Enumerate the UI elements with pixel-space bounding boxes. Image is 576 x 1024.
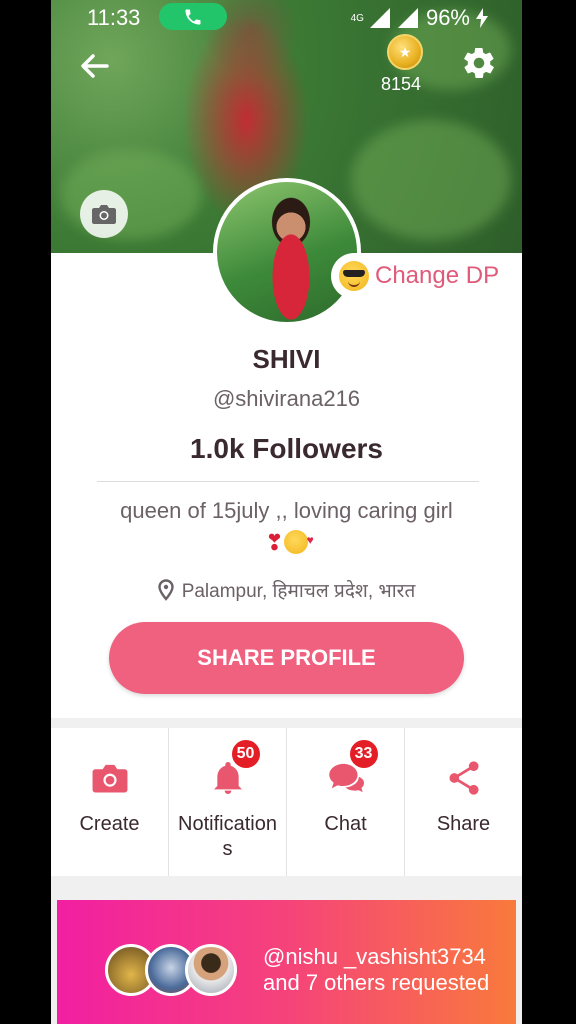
bell-icon: 50 — [206, 738, 262, 800]
camera-icon — [92, 205, 116, 224]
create-label: Create — [79, 813, 140, 835]
change-dp-label: Change DP — [375, 262, 500, 289]
app-screen: 11:33 4G 96% ★ 8154 Change DP SHIVI @shi… — [51, 0, 522, 1024]
status-right: 4G 96% — [351, 5, 488, 31]
back-arrow-icon — [81, 54, 109, 78]
followers-count[interactable]: 1.0k Followers — [51, 433, 522, 465]
ongoing-call-indicator[interactable] — [159, 3, 227, 30]
chat-badge: 33 — [347, 738, 380, 770]
share-button[interactable]: Share — [404, 728, 522, 876]
profile-handle: @shivirana216 — [212, 386, 361, 411]
requester-avatars — [105, 944, 245, 1000]
profile-name: SHIVI — [252, 344, 321, 374]
settings-button[interactable] — [461, 45, 497, 81]
profile-avatar[interactable] — [213, 178, 361, 326]
chat-button[interactable]: 33 Chat — [286, 728, 404, 876]
profile-location: Palampur, हिमाचल प्रदेश, भारत — [51, 577, 522, 603]
change-dp-button[interactable]: Change DP — [331, 253, 514, 299]
create-button[interactable]: Create — [51, 728, 168, 876]
bio-text: queen of 15july ,, loving caring girl — [120, 498, 453, 523]
change-cover-button[interactable] — [80, 190, 128, 238]
sunglasses-emoji-icon — [339, 261, 369, 291]
status-bar: 11:33 4G 96% — [51, 0, 522, 34]
smiling-hearts-emoji-icon — [283, 524, 314, 556]
chat-label: Chat — [324, 813, 367, 835]
network-label: 4G — [350, 12, 364, 24]
notification-badge: 50 — [229, 738, 262, 770]
chat-icon: 33 — [324, 738, 380, 800]
status-time: 11:33 — [87, 5, 141, 30]
avatar — [185, 944, 237, 996]
camera-icon — [88, 756, 132, 800]
share-label: Share — [436, 813, 491, 835]
battery-percent: 96% — [425, 5, 470, 30]
requests-text: @nishu _vashisht3734 and 7 others reques… — [263, 944, 490, 995]
location-text: Palampur, हिमाचल प्रदेश, भारत — [181, 581, 416, 602]
location-pin-icon — [157, 579, 174, 601]
share-profile-button[interactable]: SHARE PROFILE — [109, 622, 464, 694]
coin-icon[interactable]: ★ — [387, 34, 423, 70]
notifications-label: Notifications — [178, 813, 277, 860]
coin-count: 8154 — [381, 74, 422, 94]
phone-icon — [185, 9, 201, 24]
profile-bio: queen of 15july ,, loving caring girl ❣ — [111, 495, 462, 559]
gear-icon — [464, 48, 494, 78]
heart-emoji-icon: ❣ — [265, 530, 284, 555]
charging-icon — [476, 8, 488, 28]
back-button[interactable] — [77, 48, 113, 84]
signal-icon — [369, 8, 390, 28]
follow-requests-banner[interactable]: @nishu _vashisht3734 and 7 others reques… — [57, 900, 516, 1024]
notifications-button[interactable]: 50 Notifications — [168, 728, 286, 876]
share-icon — [442, 756, 486, 800]
action-row: Create 50 Notifications 33 Chat Share — [51, 728, 522, 876]
signal-icon-2 — [397, 8, 418, 28]
divider — [97, 481, 479, 482]
